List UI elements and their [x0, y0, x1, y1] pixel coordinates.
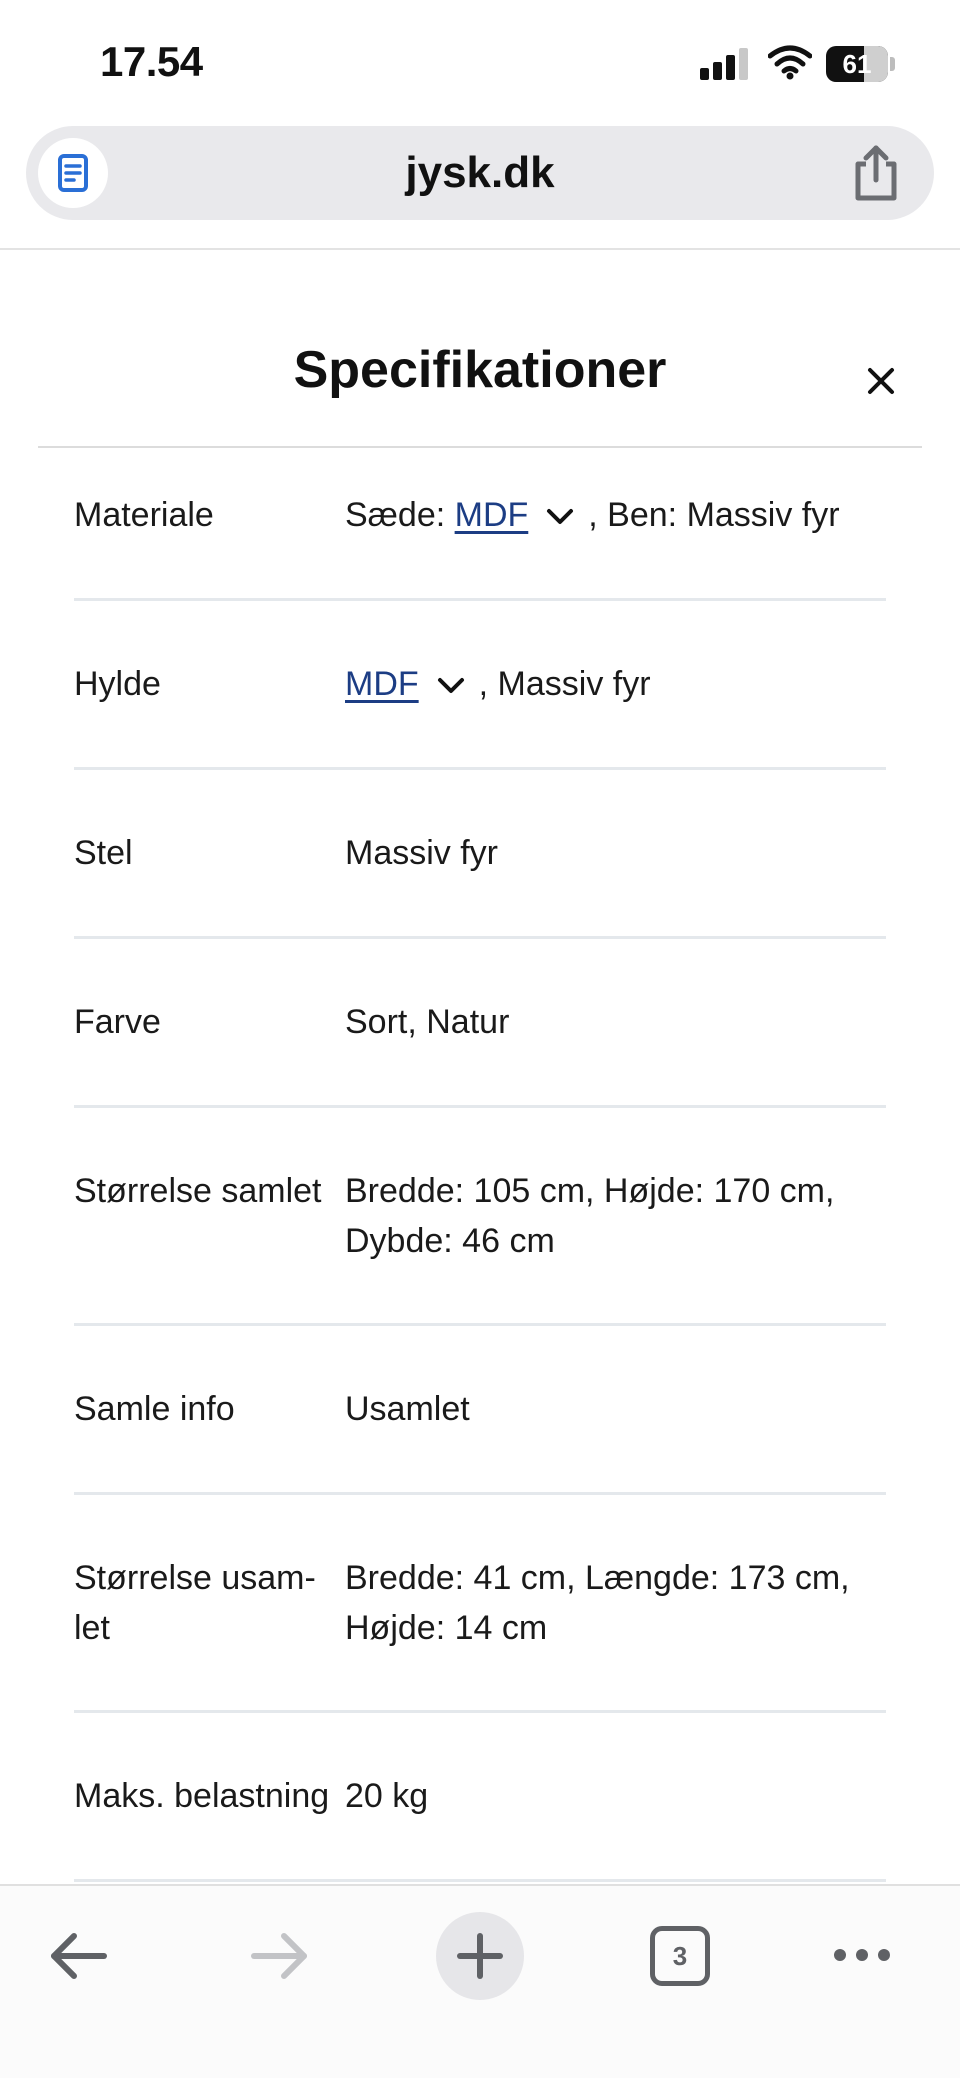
spec-label: Materiale — [74, 496, 214, 534]
address-bar[interactable]: jysk.dk — [26, 126, 934, 220]
battery-icon: 61 — [826, 46, 896, 82]
plus-icon — [457, 1933, 503, 1979]
spec-label-line: let — [74, 1609, 110, 1647]
forward-arrow-icon[interactable] — [248, 1924, 312, 1988]
spec-value-line: Højde: 14 cm — [345, 1609, 548, 1647]
url-text[interactable]: jysk.dk — [26, 126, 934, 220]
spec-label: Størrelse samlet — [74, 1172, 322, 1210]
browser-toolbar: 3 — [0, 1884, 960, 2078]
tabs-overview-button[interactable]: 3 — [650, 1926, 710, 1986]
spec-row-materiale: Materiale Sæde: MDF , Ben: Massiv fyr — [74, 448, 886, 601]
spec-value: Massiv fyr — [345, 834, 498, 872]
close-button[interactable] — [854, 354, 908, 408]
modal-title: Specifikationer — [293, 341, 667, 399]
status-time: 17.54 — [100, 38, 203, 85]
spec-value-suffix: , Massiv fyr — [478, 665, 651, 703]
spec-row-stoerrelse-samlet: Størrelse samlet Bredde: 105 cm, Højde: … — [74, 1108, 886, 1326]
spec-label: Størrelse usam- let — [74, 1553, 344, 1653]
spec-value-line: Bredde: 41 cm, Længde: 173 cm, — [345, 1559, 850, 1597]
spec-row-samle-info: Samle info Usamlet — [74, 1326, 886, 1495]
spec-value-line: Bredde: 105 cm, Højde: 170 cm, — [345, 1172, 835, 1210]
spec-row-stel: Stel Massiv fyr — [74, 770, 886, 939]
toolbar-divider — [0, 248, 960, 250]
spec-value: Sæde: MDF , Ben: Massiv fyr — [345, 490, 886, 540]
spec-row-farve: Farve Sort, Natur — [74, 939, 886, 1108]
share-icon[interactable] — [848, 144, 904, 202]
spec-value: MDF , Massiv fyr — [345, 659, 886, 709]
spec-label: Maks. belastning — [74, 1777, 330, 1815]
spec-value: Sort, Natur — [345, 1003, 510, 1041]
cellular-signal-icon — [700, 48, 750, 80]
chevron-down-icon[interactable] — [546, 507, 574, 527]
spec-value: Usamlet — [345, 1390, 470, 1428]
spec-row-hylde: Hylde MDF , Massiv fyr — [74, 601, 886, 770]
spec-value: Bredde: 41 cm, Længde: 173 cm, Højde: 14… — [345, 1553, 886, 1653]
spec-label: Stel — [74, 834, 133, 872]
spec-value-line: Dybde: 46 cm — [345, 1222, 555, 1260]
spec-row-stoerrelse-usamlet: Størrelse usam- let Bredde: 41 cm, Længd… — [74, 1495, 886, 1713]
spec-value-prefix: Sæde: — [345, 496, 455, 534]
spec-row-maks-belastning: Maks. belastning 20 kg — [74, 1713, 886, 1882]
tab-count: 3 — [672, 1941, 688, 1971]
new-tab-button[interactable] — [436, 1912, 524, 2000]
specification-list: Materiale Sæde: MDF , Ben: Massiv fyr Hyl… — [74, 448, 886, 1882]
spec-label: Samle info — [74, 1390, 235, 1428]
spec-label: Farve — [74, 1003, 161, 1041]
spec-value: Bredde: 105 cm, Højde: 170 cm, Dybde: 46… — [345, 1166, 886, 1266]
mdf-link[interactable]: MDF — [345, 665, 419, 703]
close-icon — [868, 368, 894, 394]
status-bar: 17.54 61 — [0, 0, 960, 120]
more-options-icon[interactable] — [832, 1940, 892, 1970]
battery-percentage: 61 — [842, 49, 872, 79]
spec-value-suffix: , Ben: Massiv fyr — [588, 496, 840, 534]
back-arrow-icon[interactable] — [46, 1924, 110, 1988]
spec-value: 20 kg — [345, 1777, 429, 1815]
mdf-link[interactable]: MDF — [455, 496, 529, 534]
spec-label: Hylde — [74, 665, 161, 703]
wifi-icon — [768, 45, 812, 80]
spec-label-line: Størrelse usam- — [74, 1559, 316, 1597]
chevron-down-icon[interactable] — [437, 676, 465, 696]
